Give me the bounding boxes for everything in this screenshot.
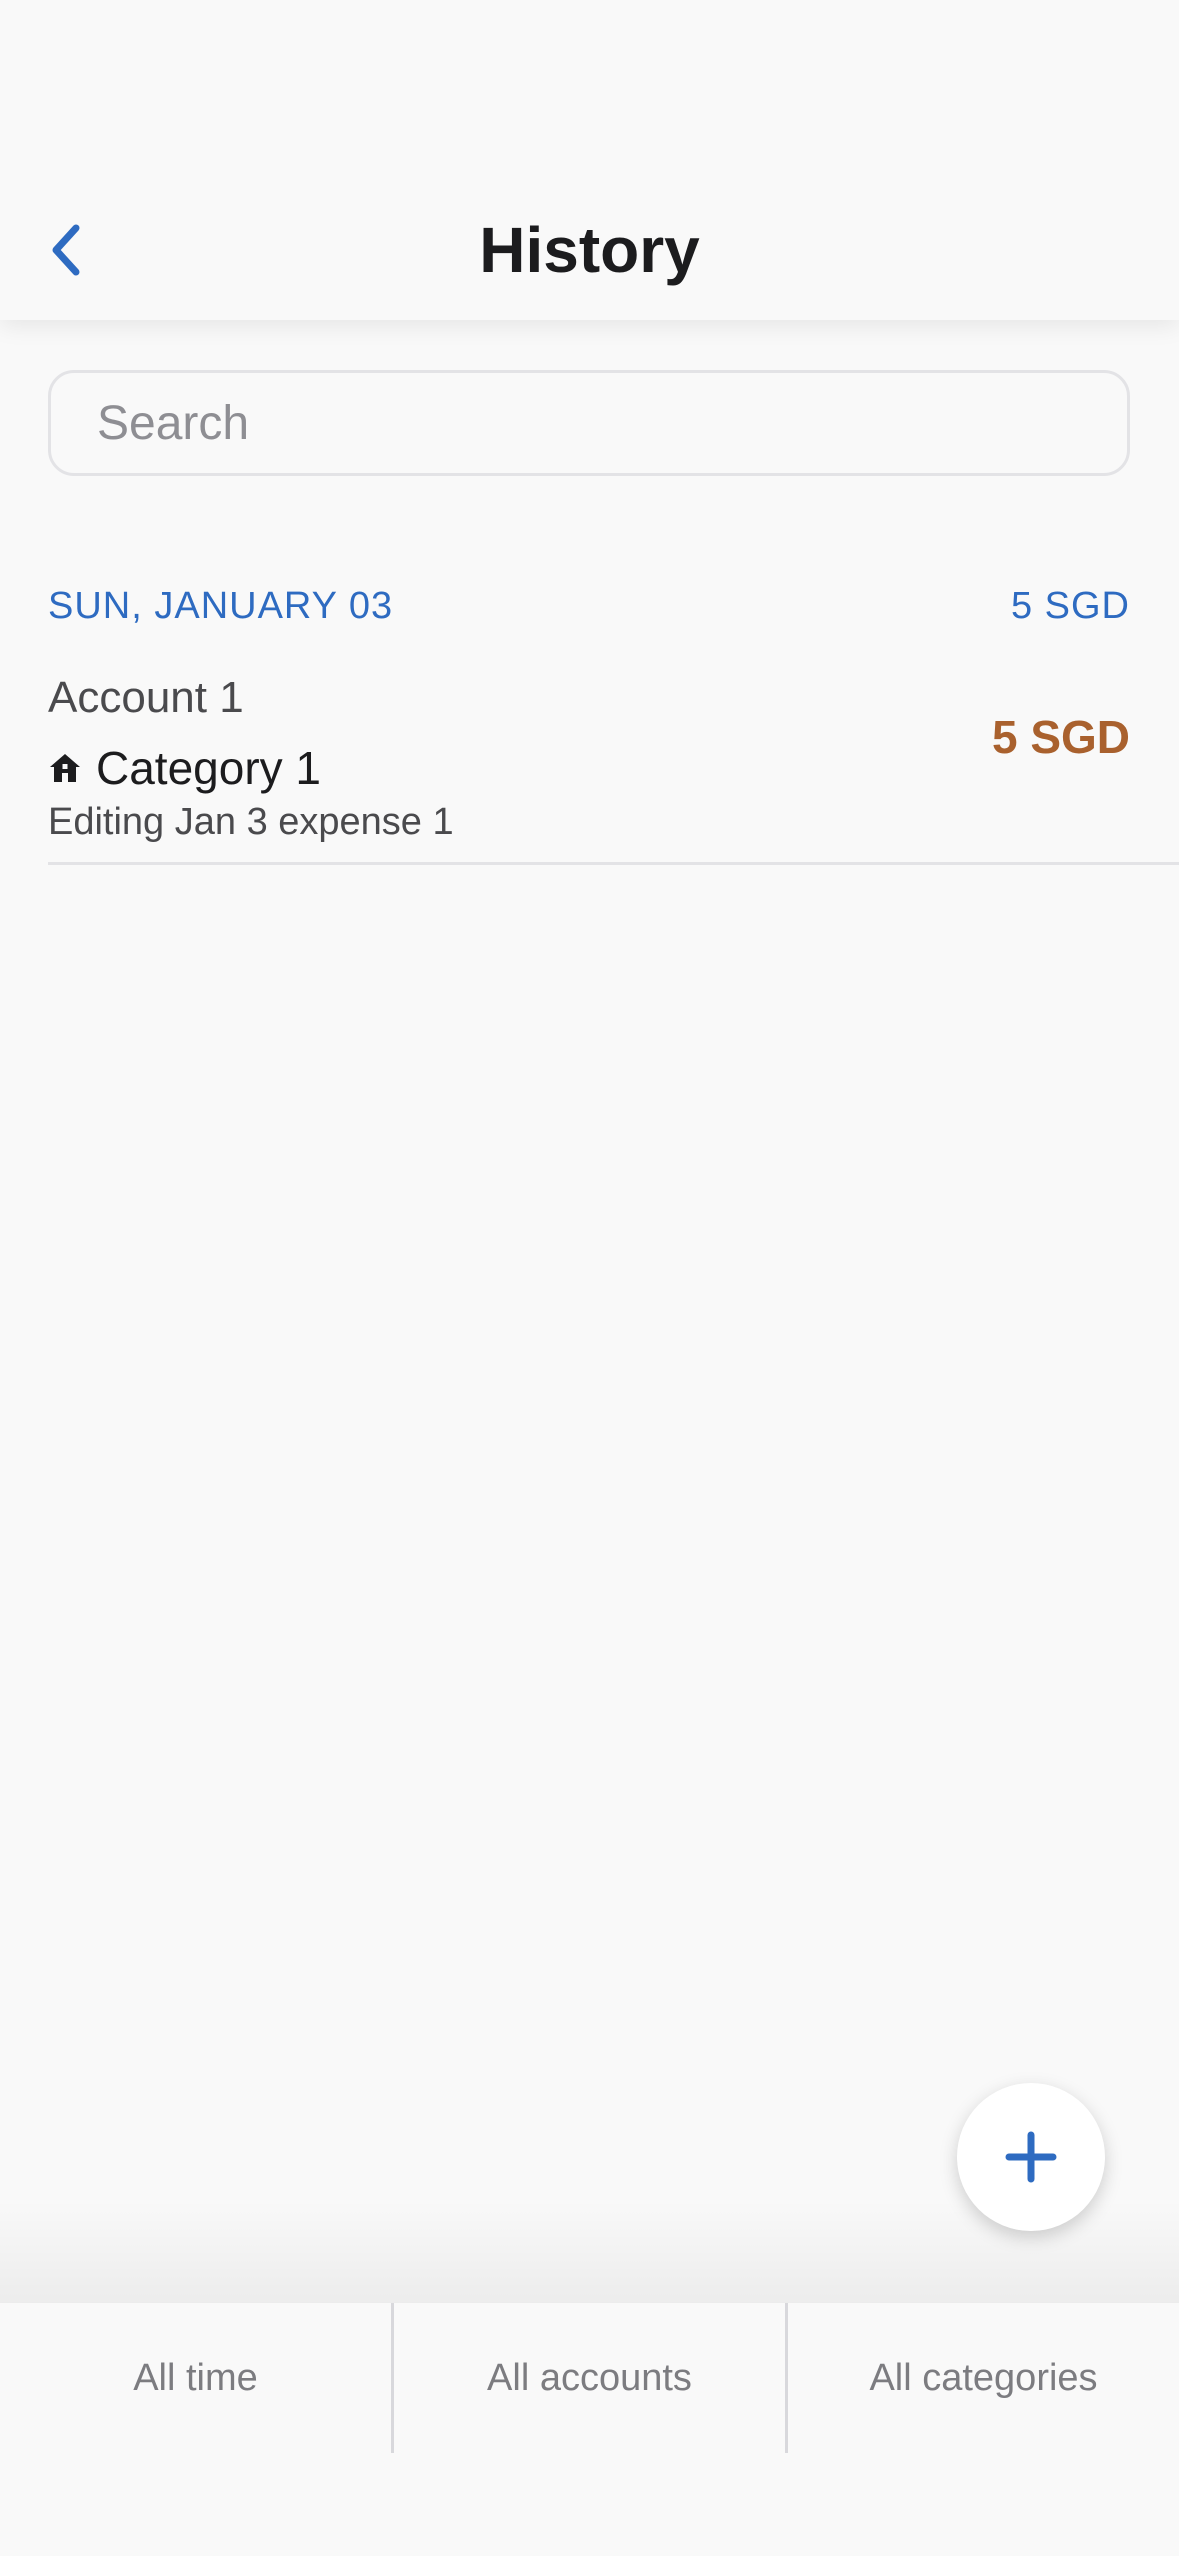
page-title: History [479,214,700,286]
transaction-amount: 5 SGD [991,711,1130,763]
transaction-note: Editing Jan 3 expense 1 [48,801,454,843]
filter-time-button[interactable]: All time [0,2303,391,2453]
transaction-category-row: Category 1 [48,741,321,795]
transaction-category: Category 1 [96,742,322,794]
filter-accounts-button[interactable]: All accounts [394,2303,785,2453]
house-icon [48,751,82,785]
plus-icon [1005,2131,1057,2183]
search-field[interactable] [48,370,1130,476]
search-input[interactable] [51,373,1127,473]
date-group-header: SUN, JANUARY 03 5 SGD [48,585,1130,641]
group-date: SUN, JANUARY 03 [48,585,394,627]
filter-categories-button[interactable]: All categories [788,2303,1179,2453]
transaction-row[interactable]: Account 1 Category 1 Editing Jan 3 expen… [48,665,1179,865]
transaction-account: Account 1 [48,673,244,722]
add-transaction-button[interactable] [957,2083,1105,2231]
navigation-header: History [0,0,1179,320]
group-total: 5 SGD [1010,585,1130,627]
filter-bar: All time All accounts All categories [0,2303,1179,2453]
